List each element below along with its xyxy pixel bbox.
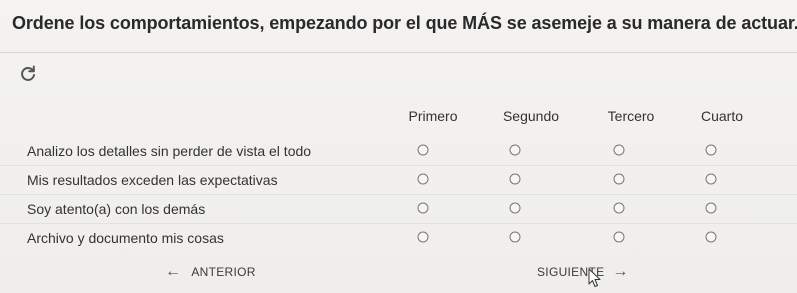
arrow-right-icon: → — [612, 263, 629, 280]
survey-page: Ordene los comportamientos, empezando po… — [0, 0, 797, 293]
radio-row1-cuarto[interactable] — [705, 144, 717, 156]
row-separator — [0, 223, 797, 224]
row-separator — [0, 165, 797, 166]
radio-row3-tercero[interactable] — [613, 202, 625, 214]
radio-row4-cuarto[interactable] — [705, 231, 717, 243]
refresh-icon[interactable] — [18, 64, 38, 84]
column-header-tercero: Tercero — [607, 108, 655, 124]
radio-row1-primero[interactable] — [417, 144, 429, 156]
radio-row3-primero[interactable] — [417, 202, 429, 214]
column-header-cuarto: Cuarto — [700, 108, 744, 124]
radio-row1-segundo[interactable] — [509, 144, 521, 156]
next-button[interactable]: SIGUIENTE → — [537, 263, 629, 280]
column-header-primero: Primero — [408, 108, 458, 124]
arrow-left-icon: ← — [165, 263, 182, 280]
radio-row3-segundo[interactable] — [509, 202, 521, 214]
row-label-2: Mis resultados exceden las expectativas — [27, 172, 278, 188]
previous-button-label: ANTERIOR — [191, 265, 256, 279]
radio-row2-primero[interactable] — [417, 173, 429, 185]
row-label-1: Analizo los detalles sin perder de vista… — [27, 143, 312, 159]
previous-button[interactable]: ← ANTERIOR — [165, 263, 256, 280]
row-label-4: Archivo y documento mis cosas — [27, 230, 224, 246]
radio-row2-cuarto[interactable] — [705, 173, 717, 185]
radio-row4-tercero[interactable] — [613, 231, 625, 243]
row-label-3: Soy atento(a) con los demás — [27, 201, 206, 217]
question-title: Ordene los comportamientos, empezando po… — [12, 13, 797, 33]
radio-row4-primero[interactable] — [417, 231, 429, 243]
radio-row3-cuarto[interactable] — [705, 202, 717, 214]
mouse-cursor-icon — [588, 268, 602, 288]
radio-row1-tercero[interactable] — [613, 144, 625, 156]
title-divider — [0, 52, 797, 53]
radio-row2-segundo[interactable] — [509, 173, 521, 185]
column-header-segundo: Segundo — [502, 108, 560, 124]
radio-row2-tercero[interactable] — [613, 173, 625, 185]
radio-row4-segundo[interactable] — [509, 231, 521, 243]
row-separator — [0, 194, 797, 195]
